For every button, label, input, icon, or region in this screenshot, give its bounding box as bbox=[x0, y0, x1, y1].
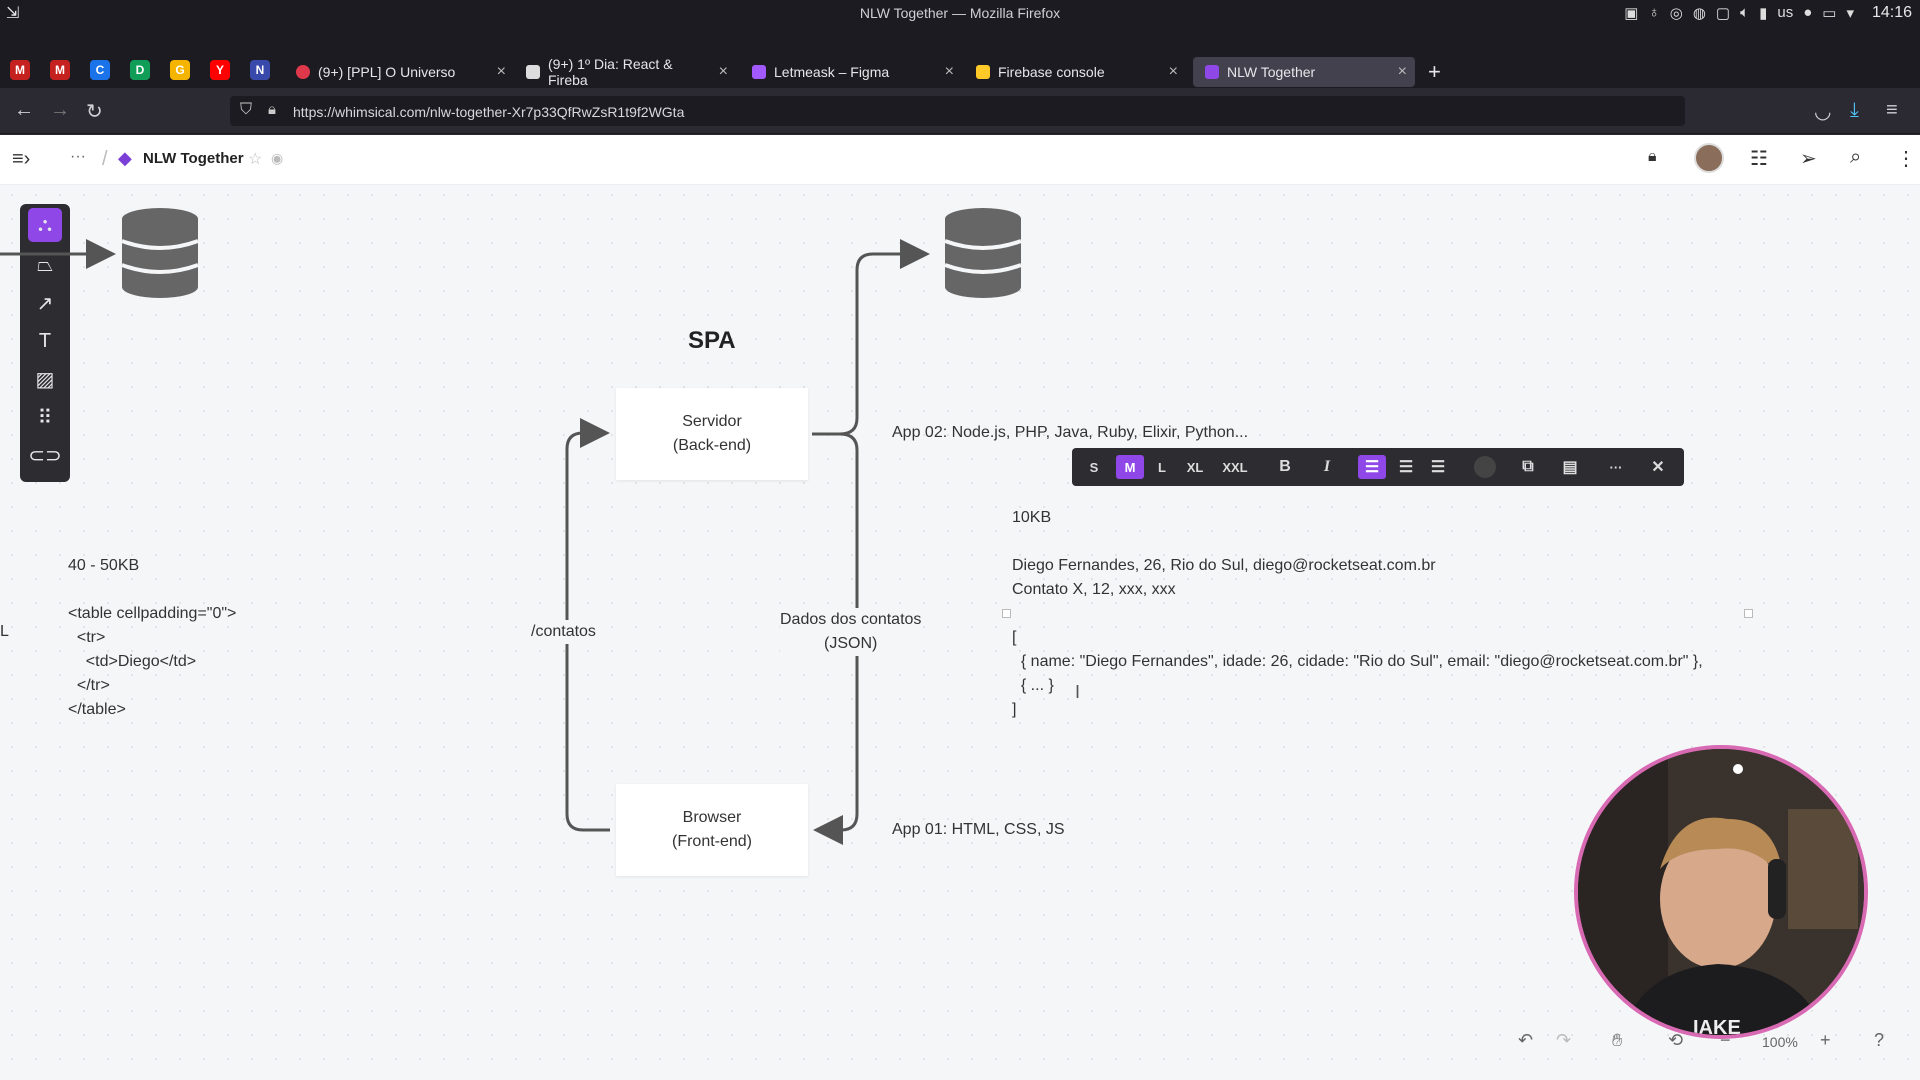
size-xl-button[interactable]: XL bbox=[1180, 455, 1210, 479]
comment-icon[interactable]: ▤ bbox=[1556, 455, 1584, 479]
help-icon[interactable]: ? bbox=[1874, 1030, 1884, 1051]
data-label[interactable]: Dados dos contatos (JSON) bbox=[780, 608, 922, 656]
undo-icon[interactable]: ↶ bbox=[1518, 1030, 1533, 1051]
hand-tool-icon[interactable]: ✋︎ bbox=[1612, 1030, 1622, 1051]
size-left-label[interactable]: 40 - 50KB bbox=[68, 554, 139, 578]
format-toolbar: S M L XL XXL B I ☰ ☰ ☰ ⧉ ▤ ··· ✕ bbox=[1072, 448, 1684, 486]
size-xxl-button[interactable]: XXL bbox=[1216, 455, 1254, 479]
app01-label[interactable]: App 01: HTML, CSS, JS bbox=[892, 818, 1065, 842]
left-edge-char: L bbox=[0, 623, 9, 640]
webcam-overlay: IAKE bbox=[1574, 745, 1868, 1039]
zoom-level[interactable]: 100% bbox=[1762, 1034, 1798, 1050]
text-cursor-icon: I bbox=[1075, 682, 1081, 702]
contacts-text[interactable]: Diego Fernandes, 26, Rio do Sul, diego@r… bbox=[1012, 554, 1436, 602]
database-icon bbox=[944, 208, 1022, 298]
browser-box-label: Browser (Front-end) bbox=[671, 809, 753, 850]
server-box-label: Servidor (Back-end) bbox=[672, 413, 752, 454]
browser-box[interactable]: Browser (Front-end) bbox=[616, 784, 808, 876]
duplicate-icon[interactable]: ⧉ bbox=[1514, 455, 1542, 479]
database-icon bbox=[121, 208, 199, 298]
align-right-icon[interactable]: ☰ bbox=[1424, 455, 1452, 479]
bold-button[interactable]: B bbox=[1272, 455, 1298, 479]
more-options-button[interactable]: ··· bbox=[1602, 455, 1630, 479]
size-right-label[interactable]: 10KB bbox=[1012, 506, 1051, 530]
server-box[interactable]: Servidor (Back-end) bbox=[616, 388, 808, 480]
presenter-image: IAKE bbox=[1578, 749, 1864, 1039]
italic-button[interactable]: I bbox=[1314, 455, 1340, 479]
redo-icon[interactable]: ↷ bbox=[1556, 1030, 1571, 1051]
json-text[interactable]: [ { name: "Diego Fernandes", idade: 26, … bbox=[1012, 626, 1703, 722]
color-picker-button[interactable] bbox=[1474, 456, 1496, 478]
diagram-title[interactable]: SPA bbox=[688, 329, 736, 353]
app02-label[interactable]: App 02: Node.js, PHP, Java, Ruby, Elixir… bbox=[892, 421, 1248, 445]
close-toolbar-button[interactable]: ✕ bbox=[1644, 455, 1672, 479]
size-s-button[interactable]: S bbox=[1082, 455, 1106, 479]
history-icon[interactable]: ⟲ bbox=[1668, 1030, 1683, 1051]
zoom-in-icon[interactable]: + bbox=[1820, 1030, 1831, 1051]
html-code-text[interactable]: <table cellpadding="0"> <tr> <td>Diego</… bbox=[68, 602, 236, 722]
zoom-out-icon[interactable]: − bbox=[1720, 1030, 1731, 1051]
route-label[interactable]: /contatos bbox=[531, 620, 596, 644]
size-m-button[interactable]: M bbox=[1116, 455, 1144, 479]
svg-text:IAKE: IAKE bbox=[1693, 1017, 1741, 1039]
selection-handle[interactable] bbox=[1744, 609, 1753, 618]
selection-handle[interactable] bbox=[1002, 609, 1011, 618]
align-left-icon[interactable]: ☰ bbox=[1358, 455, 1386, 479]
align-center-icon[interactable]: ☰ bbox=[1392, 455, 1420, 479]
size-l-button[interactable]: L bbox=[1150, 455, 1174, 479]
arrow-server-to-db bbox=[812, 239, 930, 436]
